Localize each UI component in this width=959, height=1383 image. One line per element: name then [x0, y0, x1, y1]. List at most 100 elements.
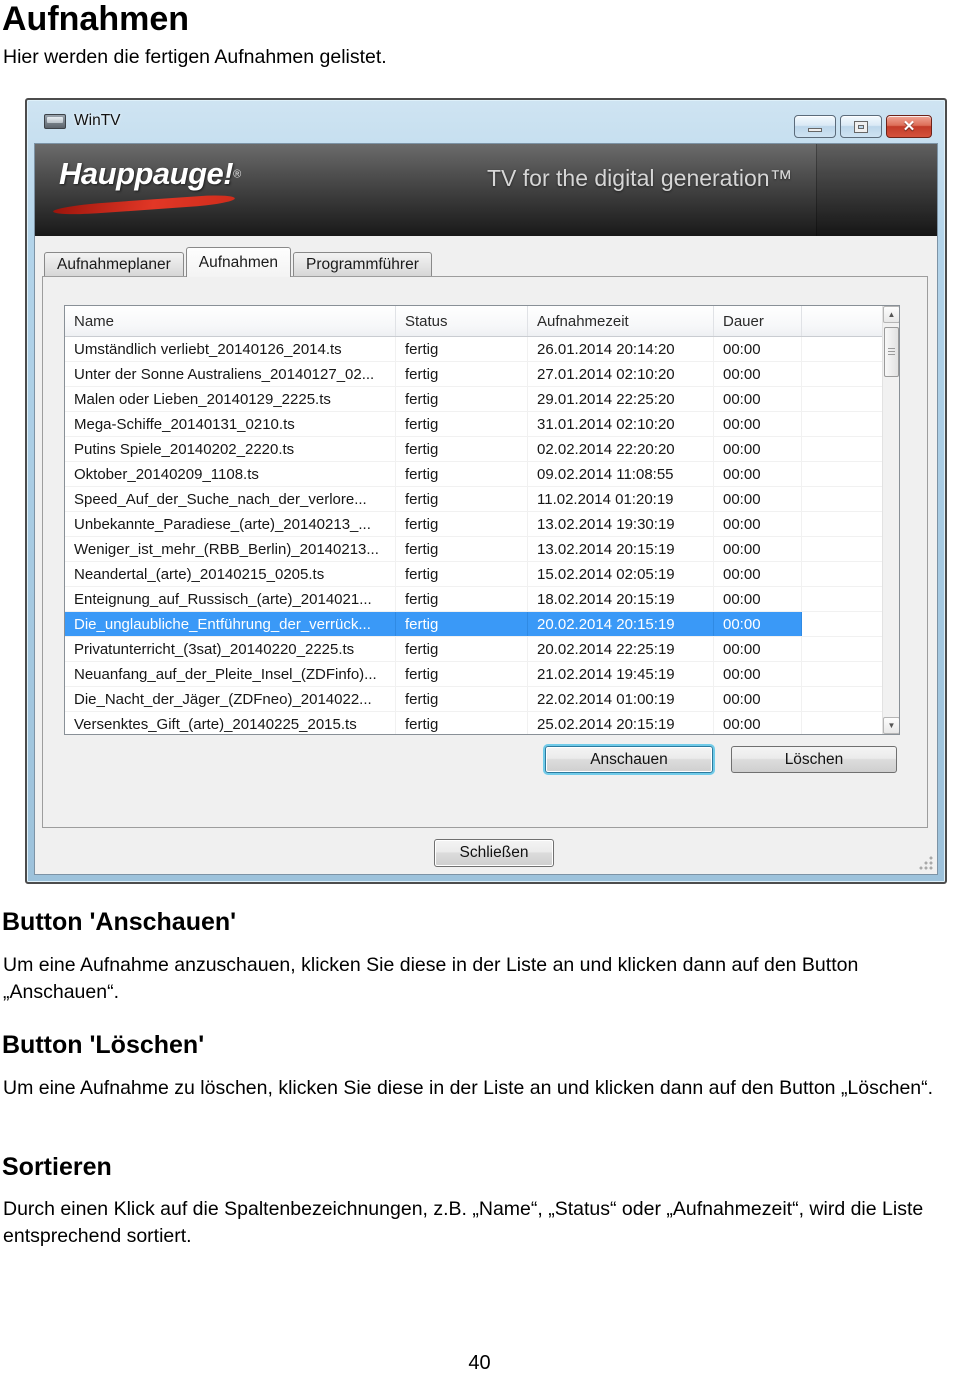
cell-name: Umständlich verliebt_20140126_2014.ts	[65, 337, 396, 361]
tab-programmfuehrer[interactable]: Programmführer	[293, 252, 432, 277]
close-button[interactable]: ✕	[886, 115, 932, 138]
table-row[interactable]: Enteignung_auf_Russisch_(arte)_2014021..…	[65, 587, 884, 612]
cell-dauer: 00:00	[714, 337, 802, 361]
cell-name: Neuanfang_auf_der_Pleite_Insel_(ZDFinfo)…	[65, 662, 396, 686]
column-header-status[interactable]: Status	[396, 306, 528, 336]
cell-dauer: 00:00	[714, 712, 802, 734]
table-row[interactable]: Versenktes_Gift_(arte)_20140225_2015.ts …	[65, 712, 884, 734]
tab-aufnahmeplaner[interactable]: Aufnahmeplaner	[44, 252, 184, 277]
minimize-button[interactable]	[794, 115, 836, 138]
schliessen-button[interactable]: Schließen	[434, 839, 554, 867]
cell-aufnahmezeit: 22.02.2014 01:00:19	[528, 687, 714, 711]
cell-status: fertig	[396, 337, 528, 361]
cell-filler	[802, 412, 884, 436]
cell-status: fertig	[396, 587, 528, 611]
cell-dauer: 00:00	[714, 487, 802, 511]
scrollbar-thumb[interactable]	[884, 327, 899, 377]
cell-aufnahmezeit: 27.01.2014 02:10:20	[528, 362, 714, 386]
table-row[interactable]: Neuanfang_auf_der_Pleite_Insel_(ZDFinfo)…	[65, 662, 884, 687]
cell-name: Weniger_ist_mehr_(RBB_Berlin)_20140213..…	[65, 537, 396, 561]
column-header-dauer[interactable]: Dauer	[714, 306, 802, 336]
cell-status: fertig	[396, 637, 528, 661]
hauppauge-banner: Hauppauge!® TV for the digital generatio…	[35, 144, 937, 236]
table-row[interactable]: Mega-Schiffe_20140131_0210.ts fertig 31.…	[65, 412, 884, 437]
cell-name: Unter der Sonne Australiens_20140127_02.…	[65, 362, 396, 386]
cell-name: Die_Nacht_der_Jäger_(ZDFneo)_2014022...	[65, 687, 396, 711]
cell-filler	[802, 437, 884, 461]
column-header-name[interactable]: Name	[65, 306, 396, 336]
table-row[interactable]: Putins Spiele_20140202_2220.ts fertig 02…	[65, 437, 884, 462]
cell-filler	[802, 537, 884, 561]
intro-text: Hier werden die fertigen Aufnahmen gelis…	[3, 46, 387, 68]
cell-status: fertig	[396, 387, 528, 411]
loeschen-button[interactable]: Löschen	[731, 746, 897, 773]
close-icon: ✕	[902, 118, 916, 135]
cell-dauer: 00:00	[714, 362, 802, 386]
cell-dauer: 00:00	[714, 387, 802, 411]
cell-name: Privatunterricht_(3sat)_20140220_2225.ts	[65, 637, 396, 661]
cell-aufnahmezeit: 15.02.2014 02:05:19	[528, 562, 714, 586]
cell-filler	[802, 612, 884, 636]
table-row[interactable]: Neandertal_(arte)_20140215_0205.ts ferti…	[65, 562, 884, 587]
cell-name: Enteignung_auf_Russisch_(arte)_2014021..…	[65, 587, 396, 611]
cell-status: fertig	[396, 537, 528, 561]
vertical-scrollbar[interactable]: ▲ ▼	[882, 306, 899, 734]
cell-name: Neandertal_(arte)_20140215_0205.ts	[65, 562, 396, 586]
cell-dauer: 00:00	[714, 562, 802, 586]
cell-filler	[802, 337, 884, 361]
caption-buttons: ✕	[794, 115, 932, 138]
cell-aufnahmezeit: 29.01.2014 22:25:20	[528, 387, 714, 411]
scroll-up-icon: ▲	[887, 310, 896, 319]
table-row[interactable]: Unbekannte_Paradiese_(arte)_20140213_...…	[65, 512, 884, 537]
banner-divider	[816, 144, 817, 236]
title-bar[interactable]: WinTV ✕	[27, 100, 945, 144]
cell-filler	[802, 387, 884, 411]
scroll-down-button[interactable]: ▼	[883, 717, 899, 734]
table-row[interactable]: Unter der Sonne Australiens_20140127_02.…	[65, 362, 884, 387]
section-heading-loeschen: Button 'Löschen'	[2, 1031, 205, 1059]
column-header-aufnahmezeit[interactable]: Aufnahmezeit	[528, 306, 714, 336]
cell-status: fertig	[396, 437, 528, 461]
maximize-button[interactable]	[840, 115, 882, 138]
cell-name: Speed_Auf_der_Suche_nach_der_verlore...	[65, 487, 396, 511]
cell-name: Oktober_20140209_1108.ts	[65, 462, 396, 486]
table-row[interactable]: Malen oder Lieben_20140129_2225.ts ferti…	[65, 387, 884, 412]
cell-dauer: 00:00	[714, 462, 802, 486]
section-heading-sortieren: Sortieren	[2, 1153, 112, 1181]
tab-strip: Aufnahmeplaner Aufnahmen Programmführer	[44, 247, 434, 277]
tab-label: Aufnahmen	[198, 253, 279, 271]
section-body-anschauen: Um eine Aufnahme anzuschauen, klicken Si…	[3, 954, 859, 1003]
scroll-up-button[interactable]: ▲	[883, 306, 899, 323]
cell-filler	[802, 462, 884, 486]
tab-aufnahmen[interactable]: Aufnahmen	[185, 247, 292, 277]
banner-tagline: TV for the digital generation™	[487, 165, 793, 191]
cell-aufnahmezeit: 26.01.2014 20:14:20	[528, 337, 714, 361]
logo-swoosh	[51, 193, 237, 217]
table-row[interactable]: Die_Nacht_der_Jäger_(ZDFneo)_2014022... …	[65, 687, 884, 712]
recordings-list[interactable]: Name Status Aufnahmezeit Dauer Umständli…	[64, 305, 900, 735]
cell-aufnahmezeit: 21.02.2014 19:45:19	[528, 662, 714, 686]
section-body-loeschen: Um eine Aufnahme zu löschen, klicken Sie…	[3, 1077, 934, 1099]
table-row[interactable]: Die_unglaubliche_Entführung_der_verrück.…	[65, 612, 884, 637]
table-row[interactable]: Privatunterricht_(3sat)_20140220_2225.ts…	[65, 637, 884, 662]
cell-name: Malen oder Lieben_20140129_2225.ts	[65, 387, 396, 411]
cell-name: Mega-Schiffe_20140131_0210.ts	[65, 412, 396, 436]
table-row[interactable]: Umständlich verliebt_20140126_2014.ts fe…	[65, 337, 884, 362]
table-row[interactable]: Speed_Auf_der_Suche_nach_der_verlore... …	[65, 487, 884, 512]
cell-aufnahmezeit: 11.02.2014 01:20:19	[528, 487, 714, 511]
cell-status: fertig	[396, 412, 528, 436]
table-row[interactable]: Oktober_20140209_1108.ts fertig 09.02.20…	[65, 462, 884, 487]
cell-aufnahmezeit: 25.02.2014 20:15:19	[528, 712, 714, 734]
anschauen-button[interactable]: Anschauen	[545, 746, 713, 773]
logo-text: Hauppauge!	[59, 156, 234, 191]
banner-right-segment	[817, 144, 937, 236]
cell-dauer: 00:00	[714, 687, 802, 711]
table-row[interactable]: Weniger_ist_mehr_(RBB_Berlin)_20140213..…	[65, 537, 884, 562]
cell-dauer: 00:00	[714, 512, 802, 536]
resize-grip-icon[interactable]	[919, 856, 933, 870]
hauppauge-logo: Hauppauge!®	[51, 156, 241, 217]
wintv-app-icon	[44, 114, 66, 129]
cell-filler	[802, 512, 884, 536]
cell-name: Die_unglaubliche_Entführung_der_verrück.…	[65, 612, 396, 636]
cell-name: Putins Spiele_20140202_2220.ts	[65, 437, 396, 461]
